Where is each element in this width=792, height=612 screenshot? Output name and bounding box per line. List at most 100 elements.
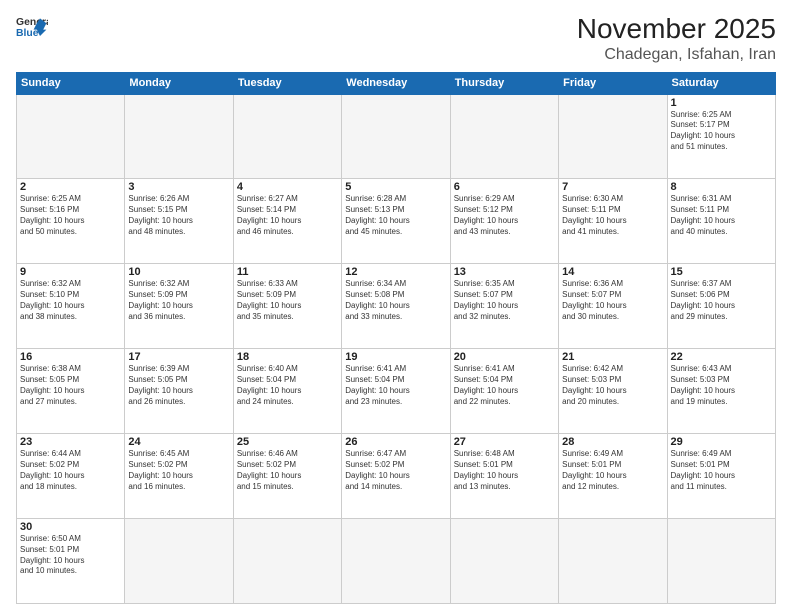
month-year-title: November 2025 <box>577 12 776 46</box>
day-info: Sunrise: 6:35 AM Sunset: 5:07 PM Dayligh… <box>454 279 555 322</box>
calendar-cell: 20Sunrise: 6:41 AM Sunset: 5:04 PM Dayli… <box>450 349 558 434</box>
day-number: 7 <box>562 181 663 193</box>
header-friday: Friday <box>559 72 667 94</box>
day-info: Sunrise: 6:27 AM Sunset: 5:14 PM Dayligh… <box>237 194 338 237</box>
day-number: 19 <box>345 351 446 363</box>
day-info: Sunrise: 6:44 AM Sunset: 5:02 PM Dayligh… <box>20 449 121 492</box>
calendar-cell <box>17 94 125 179</box>
calendar-cell: 7Sunrise: 6:30 AM Sunset: 5:11 PM Daylig… <box>559 179 667 264</box>
day-info: Sunrise: 6:25 AM Sunset: 5:17 PM Dayligh… <box>671 110 772 153</box>
day-number: 22 <box>671 351 772 363</box>
calendar-cell: 21Sunrise: 6:42 AM Sunset: 5:03 PM Dayli… <box>559 349 667 434</box>
calendar-cell: 15Sunrise: 6:37 AM Sunset: 5:06 PM Dayli… <box>667 264 775 349</box>
day-info: Sunrise: 6:47 AM Sunset: 5:02 PM Dayligh… <box>345 449 446 492</box>
calendar-cell: 6Sunrise: 6:29 AM Sunset: 5:12 PM Daylig… <box>450 179 558 264</box>
day-info: Sunrise: 6:36 AM Sunset: 5:07 PM Dayligh… <box>562 279 663 322</box>
calendar-cell: 8Sunrise: 6:31 AM Sunset: 5:11 PM Daylig… <box>667 179 775 264</box>
week-row-1: 2Sunrise: 6:25 AM Sunset: 5:16 PM Daylig… <box>17 179 776 264</box>
calendar-cell <box>342 94 450 179</box>
day-number: 15 <box>671 266 772 278</box>
calendar-cell: 11Sunrise: 6:33 AM Sunset: 5:09 PM Dayli… <box>233 264 341 349</box>
calendar-cell: 25Sunrise: 6:46 AM Sunset: 5:02 PM Dayli… <box>233 434 341 519</box>
header-saturday: Saturday <box>667 72 775 94</box>
header-wednesday: Wednesday <box>342 72 450 94</box>
day-info: Sunrise: 6:39 AM Sunset: 5:05 PM Dayligh… <box>128 364 229 407</box>
calendar-cell: 17Sunrise: 6:39 AM Sunset: 5:05 PM Dayli… <box>125 349 233 434</box>
day-info: Sunrise: 6:32 AM Sunset: 5:10 PM Dayligh… <box>20 279 121 322</box>
day-number: 26 <box>345 436 446 448</box>
day-info: Sunrise: 6:48 AM Sunset: 5:01 PM Dayligh… <box>454 449 555 492</box>
day-number: 28 <box>562 436 663 448</box>
day-number: 27 <box>454 436 555 448</box>
calendar-cell: 3Sunrise: 6:26 AM Sunset: 5:15 PM Daylig… <box>125 179 233 264</box>
day-number: 30 <box>20 521 121 533</box>
week-row-2: 9Sunrise: 6:32 AM Sunset: 5:10 PM Daylig… <box>17 264 776 349</box>
calendar-cell: 1Sunrise: 6:25 AM Sunset: 5:17 PM Daylig… <box>667 94 775 179</box>
calendar-cell <box>125 94 233 179</box>
week-row-4: 23Sunrise: 6:44 AM Sunset: 5:02 PM Dayli… <box>17 434 776 519</box>
day-number: 20 <box>454 351 555 363</box>
calendar-cell: 30Sunrise: 6:50 AM Sunset: 5:01 PM Dayli… <box>17 519 125 604</box>
day-number: 5 <box>345 181 446 193</box>
generalblue-logo-icon: General Blue <box>16 12 48 44</box>
calendar-cell: 14Sunrise: 6:36 AM Sunset: 5:07 PM Dayli… <box>559 264 667 349</box>
day-info: Sunrise: 6:32 AM Sunset: 5:09 PM Dayligh… <box>128 279 229 322</box>
day-info: Sunrise: 6:43 AM Sunset: 5:03 PM Dayligh… <box>671 364 772 407</box>
svg-text:Blue: Blue <box>16 28 39 39</box>
calendar-cell <box>559 94 667 179</box>
calendar-cell: 12Sunrise: 6:34 AM Sunset: 5:08 PM Dayli… <box>342 264 450 349</box>
calendar-cell <box>559 519 667 604</box>
day-number: 6 <box>454 181 555 193</box>
calendar-cell: 4Sunrise: 6:27 AM Sunset: 5:14 PM Daylig… <box>233 179 341 264</box>
day-info: Sunrise: 6:38 AM Sunset: 5:05 PM Dayligh… <box>20 364 121 407</box>
calendar-cell <box>233 519 341 604</box>
day-number: 25 <box>237 436 338 448</box>
day-number: 10 <box>128 266 229 278</box>
location-subtitle: Chadegan, Isfahan, Iran <box>577 46 776 64</box>
title-block: November 2025 Chadegan, Isfahan, Iran <box>577 12 776 64</box>
day-info: Sunrise: 6:26 AM Sunset: 5:15 PM Dayligh… <box>128 194 229 237</box>
day-info: Sunrise: 6:42 AM Sunset: 5:03 PM Dayligh… <box>562 364 663 407</box>
calendar-cell: 28Sunrise: 6:49 AM Sunset: 5:01 PM Dayli… <box>559 434 667 519</box>
header: General Blue November 2025 Chadegan, Isf… <box>16 12 776 64</box>
weekday-header-row: Sunday Monday Tuesday Wednesday Thursday… <box>17 72 776 94</box>
day-info: Sunrise: 6:40 AM Sunset: 5:04 PM Dayligh… <box>237 364 338 407</box>
day-info: Sunrise: 6:45 AM Sunset: 5:02 PM Dayligh… <box>128 449 229 492</box>
day-info: Sunrise: 6:34 AM Sunset: 5:08 PM Dayligh… <box>345 279 446 322</box>
calendar-cell <box>342 519 450 604</box>
day-info: Sunrise: 6:33 AM Sunset: 5:09 PM Dayligh… <box>237 279 338 322</box>
calendar-cell: 19Sunrise: 6:41 AM Sunset: 5:04 PM Dayli… <box>342 349 450 434</box>
calendar-cell: 24Sunrise: 6:45 AM Sunset: 5:02 PM Dayli… <box>125 434 233 519</box>
day-info: Sunrise: 6:28 AM Sunset: 5:13 PM Dayligh… <box>345 194 446 237</box>
calendar-table: Sunday Monday Tuesday Wednesday Thursday… <box>16 72 776 604</box>
day-number: 11 <box>237 266 338 278</box>
day-info: Sunrise: 6:50 AM Sunset: 5:01 PM Dayligh… <box>20 534 121 577</box>
day-info: Sunrise: 6:37 AM Sunset: 5:06 PM Dayligh… <box>671 279 772 322</box>
day-info: Sunrise: 6:41 AM Sunset: 5:04 PM Dayligh… <box>345 364 446 407</box>
day-number: 4 <box>237 181 338 193</box>
calendar-cell: 22Sunrise: 6:43 AM Sunset: 5:03 PM Dayli… <box>667 349 775 434</box>
day-number: 8 <box>671 181 772 193</box>
header-tuesday: Tuesday <box>233 72 341 94</box>
calendar-cell: 9Sunrise: 6:32 AM Sunset: 5:10 PM Daylig… <box>17 264 125 349</box>
header-thursday: Thursday <box>450 72 558 94</box>
calendar-cell: 2Sunrise: 6:25 AM Sunset: 5:16 PM Daylig… <box>17 179 125 264</box>
logo: General Blue <box>16 12 48 44</box>
day-number: 24 <box>128 436 229 448</box>
day-number: 9 <box>20 266 121 278</box>
day-number: 12 <box>345 266 446 278</box>
calendar-cell: 5Sunrise: 6:28 AM Sunset: 5:13 PM Daylig… <box>342 179 450 264</box>
day-number: 29 <box>671 436 772 448</box>
calendar-cell: 26Sunrise: 6:47 AM Sunset: 5:02 PM Dayli… <box>342 434 450 519</box>
day-info: Sunrise: 6:46 AM Sunset: 5:02 PM Dayligh… <box>237 449 338 492</box>
calendar-cell: 23Sunrise: 6:44 AM Sunset: 5:02 PM Dayli… <box>17 434 125 519</box>
day-number: 2 <box>20 181 121 193</box>
day-number: 21 <box>562 351 663 363</box>
calendar-cell: 10Sunrise: 6:32 AM Sunset: 5:09 PM Dayli… <box>125 264 233 349</box>
day-number: 17 <box>128 351 229 363</box>
week-row-3: 16Sunrise: 6:38 AM Sunset: 5:05 PM Dayli… <box>17 349 776 434</box>
day-info: Sunrise: 6:31 AM Sunset: 5:11 PM Dayligh… <box>671 194 772 237</box>
header-monday: Monday <box>125 72 233 94</box>
day-info: Sunrise: 6:49 AM Sunset: 5:01 PM Dayligh… <box>562 449 663 492</box>
week-row-5: 30Sunrise: 6:50 AM Sunset: 5:01 PM Dayli… <box>17 519 776 604</box>
